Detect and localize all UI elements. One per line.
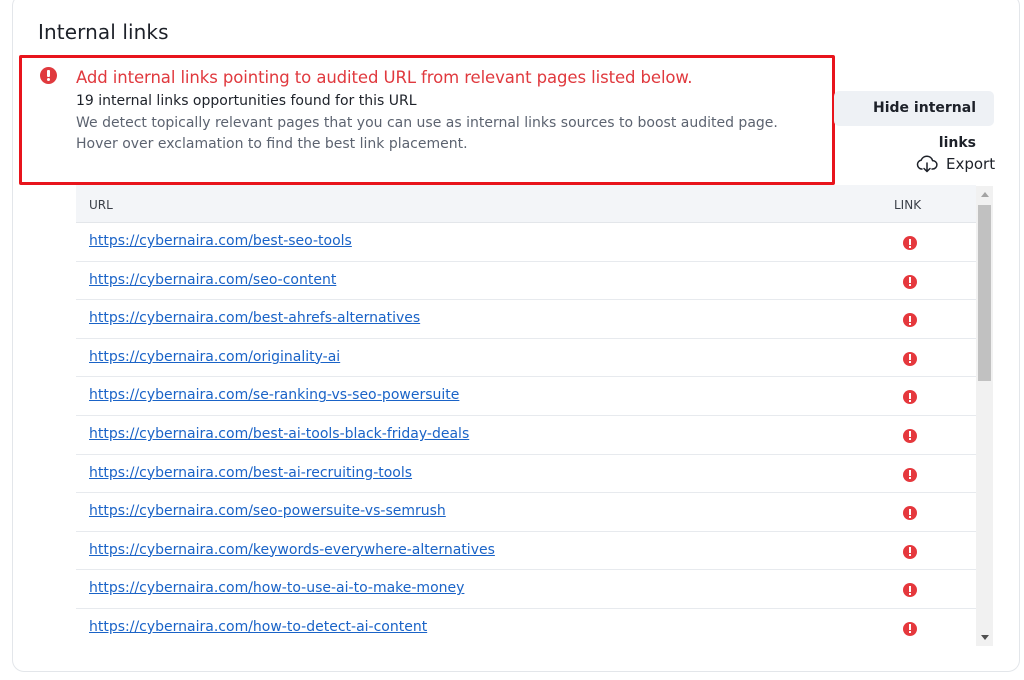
column-header-url: URL (89, 198, 113, 212)
url-link[interactable]: https://cybernaira.com/seo-content (89, 272, 336, 288)
alert-subheading: 19 internal links opportunities found fo… (76, 93, 417, 109)
url-link[interactable]: https://cybernaira.com/originality-ai (89, 349, 340, 365)
scroll-thumb[interactable] (978, 205, 991, 381)
exclamation-circle-icon[interactable] (903, 274, 917, 289)
table-row: https://cybernaira.com/originality-ai (76, 339, 976, 378)
url-link[interactable]: https://cybernaira.com/se-ranking-vs-seo… (89, 387, 459, 403)
table-row: https://cybernaira.com/how-to-use-ai-to-… (76, 570, 976, 609)
table-scrollbar[interactable] (976, 186, 993, 646)
exclamation-circle-icon[interactable] (903, 428, 917, 443)
internal-links-table: URL LINK https://cybernaira.com/best-seo… (76, 185, 994, 647)
table-row: https://cybernaira.com/best-seo-tools (76, 223, 976, 262)
table-row: https://cybernaira.com/seo-content (76, 262, 976, 301)
exclamation-circle-icon[interactable] (903, 506, 917, 521)
table-body: https://cybernaira.com/best-seo-tools htt… (76, 223, 976, 647)
export-button[interactable]: Export (916, 153, 995, 175)
exclamation-circle-icon[interactable] (903, 390, 917, 405)
url-link[interactable]: https://cybernaira.com/how-to-use-ai-to-… (89, 580, 464, 596)
table-row: https://cybernaira.com/keywords-everywhe… (76, 532, 976, 571)
export-label: Export (946, 155, 996, 173)
exclamation-circle-icon[interactable] (903, 583, 917, 598)
column-header-link: LINK (894, 198, 922, 212)
hide-internal-links-button[interactable]: Hide internal links (834, 91, 994, 151)
scroll-down-arrow-icon[interactable] (976, 629, 993, 646)
download-cloud-icon (916, 155, 938, 173)
exclamation-circle-icon[interactable] (903, 621, 917, 636)
url-link[interactable]: https://cybernaira.com/best-ahrefs-alter… (89, 310, 420, 326)
table-row: https://cybernaira.com/seo-powersuite-vs… (76, 493, 976, 532)
exclamation-circle-icon[interactable] (903, 313, 917, 328)
exclamation-circle-icon[interactable] (903, 467, 917, 482)
url-link[interactable]: https://cybernaira.com/keywords-everywhe… (89, 542, 495, 558)
exclamation-circle-icon (40, 67, 57, 84)
table-row: https://cybernaira.com/best-ai-tools-bla… (76, 416, 976, 455)
url-link[interactable]: https://cybernaira.com/best-ai-tools-bla… (89, 426, 469, 442)
exclamation-circle-icon[interactable] (903, 236, 917, 250)
exclamation-circle-icon[interactable] (903, 544, 917, 559)
exclamation-circle-icon[interactable] (903, 351, 917, 366)
url-link[interactable]: https://cybernaira.com/seo-powersuite-vs… (89, 503, 446, 519)
table-header: URL LINK (76, 185, 976, 223)
table-row: https://cybernaira.com/best-ai-recruitin… (76, 455, 976, 494)
alert-description: We detect topically relevant pages that … (76, 115, 778, 152)
section-title: Internal links (38, 20, 169, 44)
url-link[interactable]: https://cybernaira.com/best-ai-recruitin… (89, 465, 412, 481)
alert-heading: Add internal links pointing to audited U… (76, 68, 693, 87)
table-row: https://cybernaira.com/how-to-detect-ai-… (76, 609, 976, 647)
table-row: https://cybernaira.com/best-ahrefs-alter… (76, 300, 976, 339)
table-row: https://cybernaira.com/se-ranking-vs-seo… (76, 377, 976, 416)
scroll-up-arrow-icon[interactable] (976, 186, 993, 203)
url-link[interactable]: https://cybernaira.com/best-seo-tools (89, 233, 352, 249)
url-link[interactable]: https://cybernaira.com/how-to-detect-ai-… (89, 619, 427, 635)
